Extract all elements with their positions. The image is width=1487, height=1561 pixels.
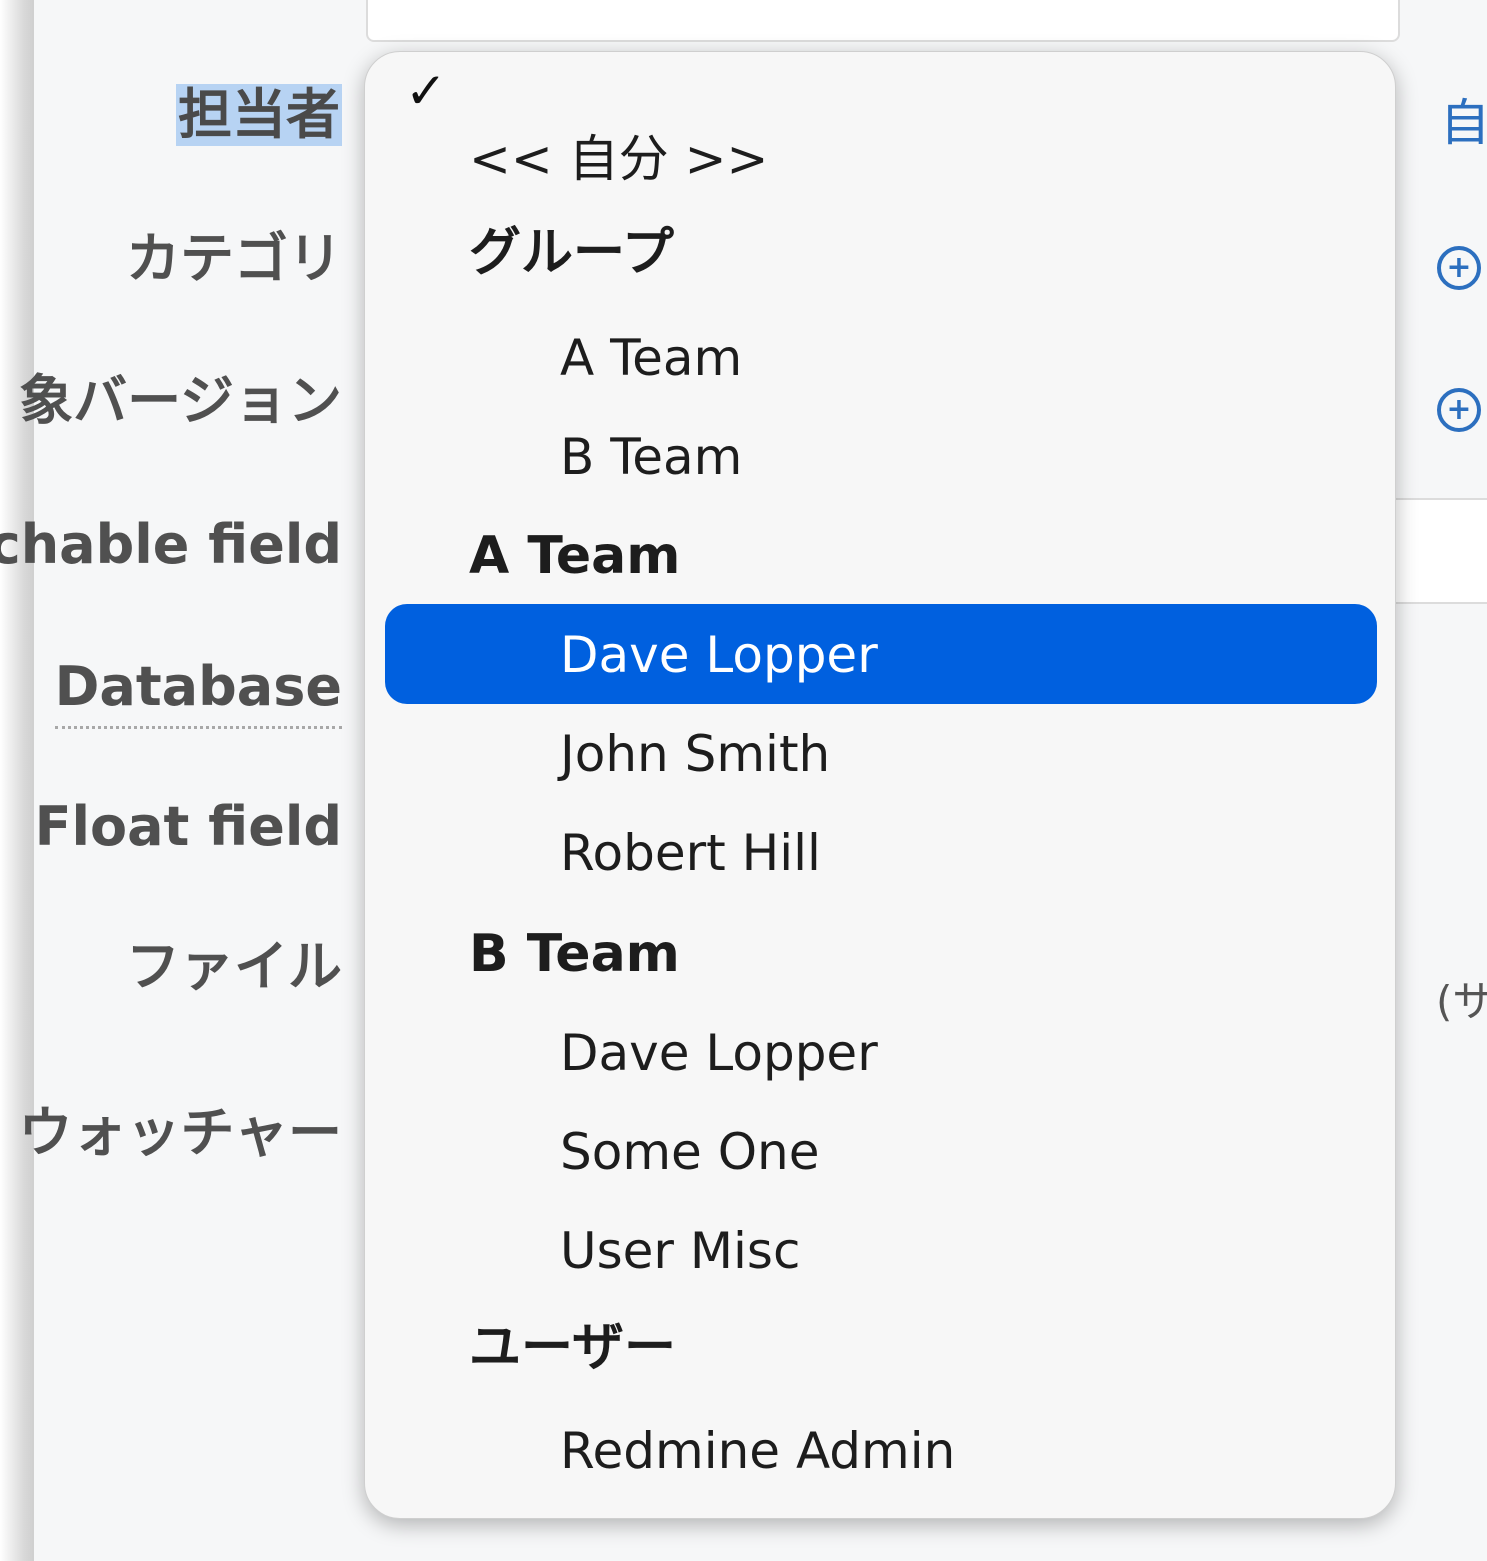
label-database: Database: [54, 660, 342, 729]
add-category-icon[interactable]: +: [1437, 246, 1481, 290]
divider: [1396, 602, 1487, 604]
file-size-note: (サ: [1436, 977, 1487, 1026]
option-b-user-misc[interactable]: User Misc: [560, 1226, 800, 1276]
option-a-robert-hill[interactable]: Robert Hill: [560, 828, 821, 878]
assign-to-me-link[interactable]: 自: [1440, 98, 1487, 148]
option-b-some-one[interactable]: Some One: [560, 1127, 820, 1177]
option-a-dave-lopper[interactable]: Dave Lopper: [560, 630, 878, 680]
optgroup-groups: グループ: [469, 223, 674, 283]
optgroup-b-team: B Team: [469, 924, 680, 984]
label-assignee: 担当者: [176, 83, 342, 146]
option-redmine-admin[interactable]: Redmine Admin: [560, 1426, 955, 1476]
top-input-field[interactable]: [366, 0, 1400, 42]
option-a-john-smith[interactable]: John Smith: [560, 729, 830, 779]
label-category: カテゴリ: [126, 227, 342, 290]
label-float-field: Float field: [34, 795, 342, 858]
assignee-dropdown-menu[interactable]: ✓ << 自分 >> グループ A Team B Team A Team Dav…: [364, 51, 1396, 1519]
field-labels: 担当者 カテゴリ 象バージョン chable field Database Fl…: [0, 0, 342, 1561]
option-me[interactable]: << 自分 >>: [469, 134, 768, 184]
optgroup-a-team: A Team: [469, 526, 681, 586]
option-group-b-team[interactable]: B Team: [560, 432, 742, 482]
add-version-icon[interactable]: +: [1437, 388, 1481, 432]
option-b-dave-lopper[interactable]: Dave Lopper: [560, 1028, 878, 1078]
highlighted-option-background: [385, 604, 1377, 704]
searchable-field-input[interactable]: [1396, 500, 1487, 602]
label-searchable-field: chable field: [0, 513, 342, 576]
optgroup-users: ユーザー: [469, 1318, 676, 1378]
label-watcher: ウォッチャー: [18, 1101, 342, 1164]
option-group-a-team[interactable]: A Team: [560, 333, 742, 383]
label-file: ファイル: [126, 935, 342, 998]
checkmark-icon: ✓: [405, 62, 447, 120]
label-target-version: 象バージョン: [19, 369, 342, 432]
